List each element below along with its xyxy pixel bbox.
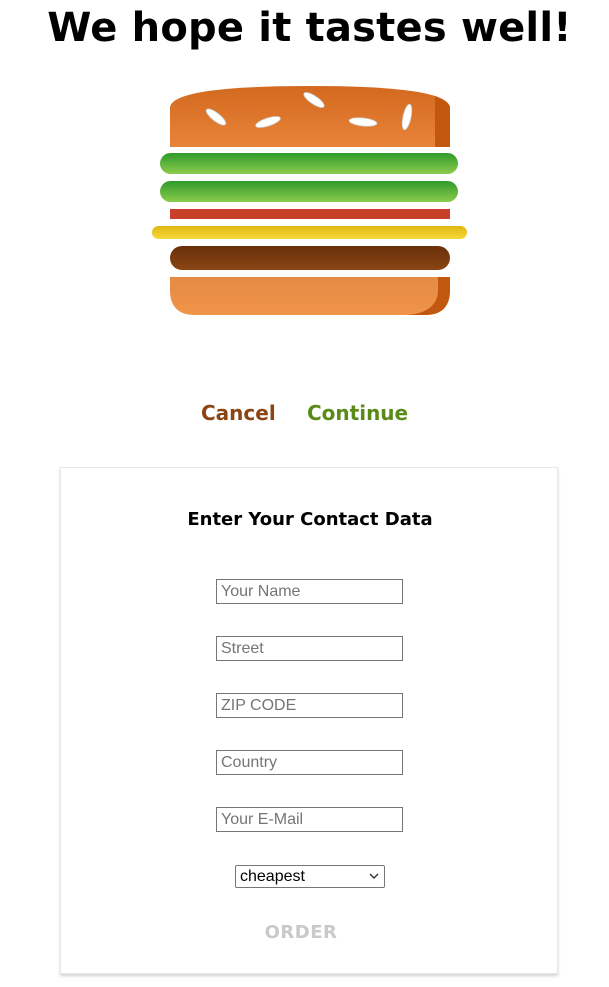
lettuce-layer	[160, 181, 458, 202]
page: We hope it tastes well! Cancel Continue …	[0, 0, 609, 987]
delivery-method-value: cheapest	[240, 868, 305, 885]
name-input[interactable]	[216, 579, 403, 604]
top-bun	[170, 86, 450, 147]
delivery-method-select[interactable]: cheapest	[235, 865, 385, 888]
email-input[interactable]	[216, 807, 403, 832]
order-button[interactable]: ORDER	[61, 921, 541, 945]
burger-svg	[152, 86, 467, 315]
burger-illustration	[150, 84, 470, 320]
lettuce-layer	[160, 153, 458, 174]
page-title: We hope it tastes well!	[47, 5, 572, 51]
country-input[interactable]	[216, 750, 403, 775]
patty-layer	[170, 246, 450, 270]
build-controls: Cancel Continue	[0, 399, 600, 429]
cheese-layer	[152, 226, 467, 239]
street-input[interactable]	[216, 636, 403, 661]
bottom-bun	[170, 277, 450, 315]
zip-code-input[interactable]	[216, 693, 403, 718]
cancel-button[interactable]: Cancel	[201, 399, 276, 427]
continue-button[interactable]: Continue	[307, 399, 408, 427]
chevron-down-icon	[369, 873, 379, 879]
contact-data-card: Enter Your Contact Data cheapest ORDER	[60, 467, 558, 974]
contact-form-title: Enter Your Contact Data	[187, 509, 433, 530]
tomato-layer	[170, 209, 450, 219]
